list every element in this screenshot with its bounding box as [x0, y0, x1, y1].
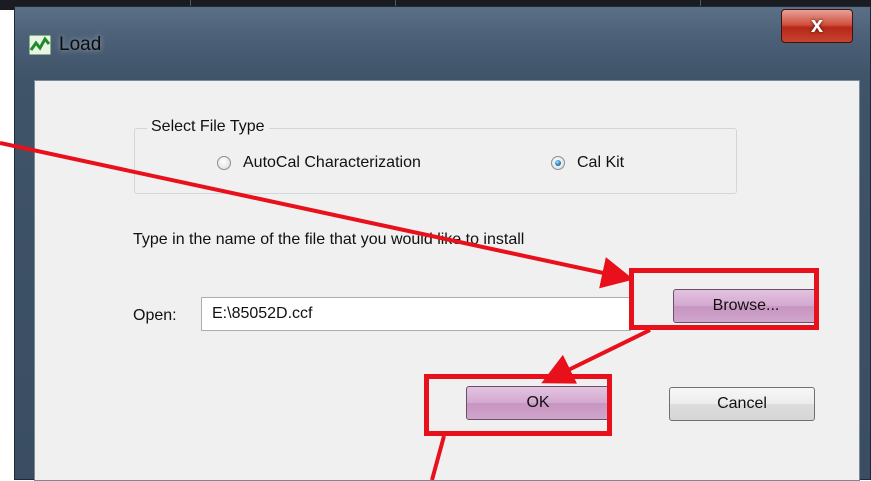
radio-calkit[interactable]: Cal Kit — [551, 154, 624, 172]
app-logo-icon — [29, 35, 51, 55]
open-file-input[interactable] — [201, 297, 631, 331]
browse-highlight-box — [629, 268, 819, 330]
close-button[interactable]: x — [781, 9, 853, 43]
open-label: Open: — [133, 307, 177, 324]
group-legend: Select File Type — [147, 118, 269, 136]
radio-autocal[interactable]: AutoCal Characterization — [217, 154, 421, 172]
radio-autocal-button[interactable] — [217, 156, 231, 170]
window-title: Load — [59, 34, 102, 55]
radio-calkit-button[interactable] — [551, 156, 565, 170]
radio-autocal-label[interactable]: AutoCal Characterization — [243, 154, 421, 172]
radio-calkit-label[interactable]: Cal Kit — [577, 154, 624, 172]
file-type-group: Select File Type AutoCal Characterizatio… — [134, 118, 737, 194]
cancel-button[interactable]: Cancel — [669, 387, 815, 421]
ok-highlight-box — [424, 374, 612, 436]
instruction-text: Type in the name of the file that you wo… — [133, 231, 525, 248]
title-bar[interactable]: Load x — [15, 7, 870, 73]
